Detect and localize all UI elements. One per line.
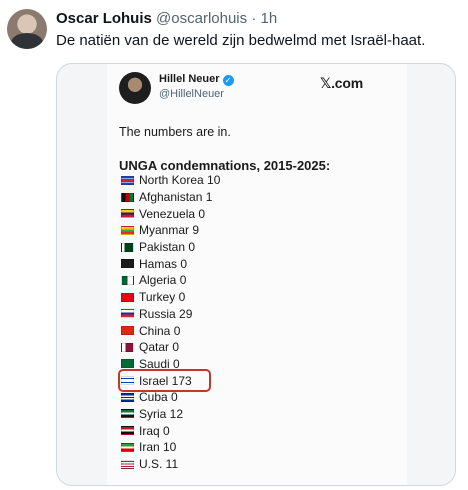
- hamas-flag-icon: [121, 259, 134, 269]
- list-item-label: Qatar 0: [139, 340, 180, 355]
- list-item: Iran 10: [121, 439, 220, 456]
- embedded-author-handle: @HillelNeuer: [159, 88, 224, 100]
- myanmar-flag-icon: [121, 225, 134, 235]
- us-flag-icon: [121, 459, 134, 469]
- verified-badge-icon: ✓: [222, 75, 234, 86]
- list-item: Turkey 0: [121, 289, 220, 306]
- separator: ·: [251, 10, 257, 27]
- list-item-label: Saudi 0: [139, 356, 180, 371]
- list-item: North Korea 10: [121, 172, 220, 189]
- list-item: Hamas 0: [121, 255, 220, 272]
- list-item-label: Iraq 0: [139, 423, 170, 438]
- iran-flag-icon: [121, 442, 134, 452]
- embedded-avatar: [119, 72, 151, 104]
- list-item: China 0: [121, 322, 220, 339]
- avatar[interactable]: [7, 9, 47, 49]
- tweet-text: De natiën van de wereld zijn bedwelmd me…: [56, 32, 426, 49]
- qatar-flag-icon: [121, 342, 134, 352]
- list-item-label: Venezuela 0: [139, 206, 206, 221]
- tweet-header: Oscar Lohuis @oscarlohuis · 1h: [56, 10, 277, 28]
- list-item-label: Cuba 0: [139, 390, 178, 405]
- list-item: Afghanistan 1: [121, 189, 220, 206]
- list-item-label: Turkey 0: [139, 290, 186, 305]
- tweet-image[interactable]: Hillel Neuer ✓ @HillelNeuer 𝕏.com The num…: [56, 63, 456, 486]
- list-item-highlighted: Israel 173: [118, 369, 211, 392]
- list-item-label: Syria 12: [139, 406, 184, 421]
- saudi-flag-icon: [121, 359, 134, 369]
- israel-flag-icon: [121, 376, 134, 386]
- pakistan-flag-icon: [121, 242, 134, 252]
- list-item: Pakistan 0: [121, 239, 220, 256]
- list-item: Syria 12: [121, 406, 220, 423]
- embedded-author-line: Hillel Neuer ✓: [159, 73, 234, 86]
- list-item: Algeria 0: [121, 272, 220, 289]
- embedded-author-name: Hillel Neuer: [159, 73, 220, 85]
- list-item-label: North Korea 10: [139, 173, 221, 188]
- tweet[interactable]: Oscar Lohuis @oscarlohuis · 1h De natiën…: [0, 0, 468, 490]
- syria-flag-icon: [121, 409, 134, 419]
- timestamp[interactable]: 1h: [260, 10, 277, 27]
- condemnation-list: North Korea 10 Afghanistan 1 Venezuela 0…: [118, 172, 220, 473]
- list-item-label: U.S. 11: [139, 457, 179, 472]
- list-item-label: Afghanistan 1: [139, 190, 213, 205]
- afghanistan-flag-icon: [121, 192, 134, 202]
- list-item: Saudi 0: [121, 356, 220, 373]
- china-flag-icon: [121, 326, 134, 336]
- list-item: Qatar 0: [121, 339, 220, 356]
- list-item-label: Algeria 0: [139, 273, 187, 288]
- russia-flag-icon: [121, 309, 134, 319]
- author-name[interactable]: Oscar Lohuis: [56, 10, 152, 27]
- turkey-flag-icon: [121, 292, 134, 302]
- venezuela-flag-icon: [121, 209, 134, 219]
- embedded-intro: The numbers are in.: [119, 125, 231, 139]
- author-handle[interactable]: @oscarlohuis: [156, 10, 247, 27]
- embedded-post: Hillel Neuer ✓ @HillelNeuer 𝕏.com The num…: [107, 64, 407, 485]
- embedded-list-title: UNGA condemnations, 2015-2025:: [119, 158, 331, 173]
- cuba-flag-icon: [121, 392, 134, 402]
- list-item: U.S. 11: [121, 456, 220, 473]
- list-item-label: Russia 29: [139, 306, 193, 321]
- algeria-flag-icon: [121, 275, 134, 285]
- list-item: Russia 29: [121, 306, 220, 323]
- list-item-label: Israel 173: [139, 373, 192, 388]
- list-item: Cuba 0: [121, 389, 220, 406]
- list-item-label: Iran 10: [139, 440, 177, 455]
- list-item-label: Hamas 0: [139, 256, 188, 271]
- north-korea-flag-icon: [121, 175, 134, 185]
- iraq-flag-icon: [121, 426, 134, 436]
- list-item-label: China 0: [139, 323, 181, 338]
- list-item-label: Myanmar 9: [139, 223, 200, 238]
- x-logo-icon: 𝕏.com: [320, 75, 363, 91]
- list-item: Myanmar 9: [121, 222, 220, 239]
- list-item: Iraq 0: [121, 422, 220, 439]
- list-item: Venezuela 0: [121, 205, 220, 222]
- list-item-label: Pakistan 0: [139, 240, 196, 255]
